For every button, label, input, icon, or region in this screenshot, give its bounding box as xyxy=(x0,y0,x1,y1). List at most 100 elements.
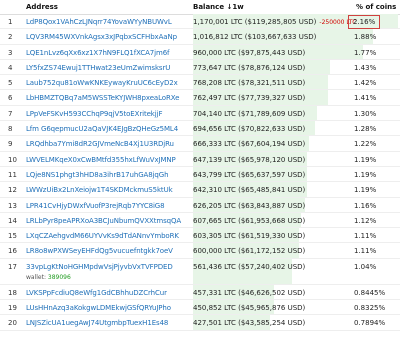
balance-value: 762,497 LTC ($77,739,327 USD) xyxy=(193,94,305,102)
percent-value: 1.16% xyxy=(354,201,377,210)
balance-value: 607,665 LTC ($61,953,668 USD) xyxy=(193,217,305,225)
address-link[interactable]: Laub752qu81oWwKNKEywayKruUC6cEyD2x xyxy=(26,79,178,87)
balance-value: 1,170,001 LTC ($119,285,805 USD) -250000 … xyxy=(193,18,356,26)
address-link[interactable]: LXqCZAehgvdM66UYVvKs9dTdANnvYmboRK xyxy=(26,232,179,240)
balance-text: 450,852 LTC ($45,965,876 USD) xyxy=(193,304,306,313)
table-row[interactable]: 19 LUsHHnAzq3aKokgwLDMEkwjGSfQRYuJPho 450,… xyxy=(0,300,400,316)
balance-text: 643,799 LTC ($65,637,597 USD) xyxy=(193,170,306,179)
balance-value: 666,333 LTC ($67,604,194 USD) xyxy=(193,140,305,148)
table-row[interactable]: 7 LPpVeFSKvH593CChqP9qjV5toEXritekjjF 704,… xyxy=(0,105,400,122)
column-header-balance[interactable]: Balance ↓1w xyxy=(193,3,244,11)
rank-number: 2 xyxy=(8,33,13,42)
address-link[interactable]: Lfm G6qepmucU2aQaVJK4EJgBzQHeGz5ML4 xyxy=(26,125,178,133)
address-link[interactable]: LdP8Qox1VAhCzLJNqrr74YovaWYyNBUWvL xyxy=(26,18,172,26)
rank-number: 19 xyxy=(8,304,17,313)
address-link[interactable]: LPpVeFSKvH593CChqP9qjV5toEXritekjjF xyxy=(26,110,162,118)
table-row[interactable]: 14 LRLbPyr8peAPRXoA3BCJuNbumQVXXtmsqQA 607… xyxy=(0,212,400,229)
percent-value: 1.41% xyxy=(354,94,377,103)
balance-text: 647,139 LTC ($65,978,120 USD) xyxy=(193,155,306,164)
balance-text: 561,436 LTC ($57,240,402 USD) xyxy=(193,262,306,271)
balance-value: 773,647 LTC ($78,876,124 USD) xyxy=(193,64,305,72)
balance-text: 427,501 LTC ($43,585,254 USD) xyxy=(193,319,306,328)
balance-text: 603,305 LTC ($61,519,330 USD) xyxy=(193,232,306,241)
rank-number: 20 xyxy=(8,319,17,328)
balance-value: 450,852 LTC ($45,965,876 USD) xyxy=(193,304,305,312)
address-link[interactable]: LVKSPpFcdiuQ8eWfg1GdCBhhuDZCrhCur xyxy=(26,289,167,297)
address-link[interactable]: LQje8NS1phgt3hHD8a3ihrB17uhGA8jqGh xyxy=(26,171,169,179)
rank-number: 3 xyxy=(8,48,13,57)
table-row[interactable]: 1 LdP8Qox1VAhCzLJNqrr74YovaWYyNBUWvL 1,170… xyxy=(0,14,400,30)
percent-value: 0.8325% xyxy=(354,304,386,313)
table-row[interactable]: 8 Lfm G6qepmucU2aQaVJK4EJgBzQHeGz5ML4 694,… xyxy=(0,121,400,137)
address-link[interactable]: LQE1nLvz6qXx6xz1X7hN9FLQ1fXCA7jm6f xyxy=(26,49,170,57)
address-link[interactable]: LUsHHnAzq3aKokgwLDMEkwjGSfQRYuJPho xyxy=(26,304,171,312)
address-link[interactable]: LQV3RM45WXVnkAgsx3xJPqbxSCFHbxAaNp xyxy=(26,33,177,41)
table-row[interactable]: 18 LVKSPpFcdiuQ8eWfg1GdCBhhuDZCrhCur 457,3… xyxy=(0,284,400,301)
balance-value: 694,656 LTC ($70,822,633 USD) xyxy=(193,125,305,133)
address-link[interactable]: LR8o8wPXWSeyEHFdQg5vucuefntgkk7oeV xyxy=(26,247,173,255)
balance-text: 960,000 LTC ($97,875,443 USD) xyxy=(193,48,306,57)
wallet-id-link[interactable]: 389096 xyxy=(48,274,71,281)
address-link[interactable]: LWWzUiBx2LnXeiojw1T4SKDMckmuS5ktUk xyxy=(26,186,173,194)
percent-value: 1.04% xyxy=(354,262,377,271)
balance-text: 642,310 LTC ($65,485,841 USD) xyxy=(193,186,306,195)
table-row[interactable]: 5 Laub752qu81oWwKNKEywayKruUC6cEyD2x 768,2… xyxy=(0,75,400,91)
table-row[interactable]: 6 LbHBMZTQBq7aM5WSSTeKYJWH8pxeaLoRXe 762,4… xyxy=(0,90,400,106)
rank-number: 18 xyxy=(8,288,17,297)
rank-number: 7 xyxy=(8,109,13,118)
percent-value: 1.43% xyxy=(354,63,377,72)
percent-value: 1.19% xyxy=(354,155,377,164)
percent-value: 1.42% xyxy=(354,79,377,88)
wallet-info: wallet: 389096 xyxy=(26,274,71,281)
rank-number: 14 xyxy=(8,216,17,225)
rich-list-table: Address Balance ↓1w % of coins 1 LdP8Qox1… xyxy=(0,0,400,339)
rank-number: 6 xyxy=(8,94,13,103)
balance-value: 457,331 LTC ($46,626,502 USD) xyxy=(193,289,305,297)
table-row[interactable]: 13 LPR41CvHjyDWxfVuofP3rejRqb7YYC8iG8 626,… xyxy=(0,197,400,213)
address-link[interactable]: LNJSZicUA1uegAwJ74UtgmbpTuexH1Es48 xyxy=(26,319,168,327)
rank-number: 12 xyxy=(8,186,17,195)
table-row[interactable]: 15 LXqCZAehgvdM66UYVvKs9dTdANnvYmboRK 603,… xyxy=(0,228,400,244)
rank-number: 17 xyxy=(8,262,17,271)
column-header-address[interactable]: Address xyxy=(26,3,58,11)
address-link[interactable]: LWVELMKqeX0xCwBMtfd355hxLfWuVxJMNP xyxy=(26,156,176,164)
percent-value: 0.7894% xyxy=(354,319,386,328)
table-header: Address Balance ↓1w % of coins xyxy=(0,0,400,15)
balance-value: 1,016,812 LTC ($103,667,633 USD) xyxy=(193,33,316,41)
table-row[interactable]: 2 LQV3RM45WXVnkAgsx3xJPqbxSCFHbxAaNp 1,016… xyxy=(0,29,400,45)
balance-value: 960,000 LTC ($97,875,443 USD) xyxy=(193,49,305,57)
table-row[interactable]: 3 LQE1nLvz6qXx6xz1X7hN9FLQ1fXCA7jm6f 960,0… xyxy=(0,44,400,60)
rank-number: 16 xyxy=(8,247,17,256)
address-link[interactable]: LRQdhba7Ymi8dR2GJVmeNcB4Xj1U3RDjRu xyxy=(26,140,174,148)
balance-value: 427,501 LTC ($43,585,254 USD) xyxy=(193,319,305,327)
table-row[interactable]: 17 33vpLgKtNoHGHMpdwVsjPjyvbVxTVFPDED wall… xyxy=(0,258,400,285)
balance-text: 762,497 LTC ($77,739,327 USD) xyxy=(193,94,306,103)
table-body: 1 LdP8Qox1VAhCzLJNqrr74YovaWYyNBUWvL 1,170… xyxy=(0,14,400,331)
address-link[interactable]: LY5fxZS74Ewuj1TTHwat23eUmZwimsksrU xyxy=(26,64,170,72)
balance-text: 1,170,001 LTC ($119,285,805 USD) xyxy=(193,18,317,26)
rank-number: 10 xyxy=(8,155,17,164)
table-row[interactable]: 9 LRQdhba7Ymi8dR2GJVmeNcB4Xj1U3RDjRu 666,3… xyxy=(0,136,400,152)
table-row[interactable]: 4 LY5fxZS74Ewuj1TTHwat23eUmZwimsksrU 773,6… xyxy=(0,59,400,76)
rank-number: 5 xyxy=(8,79,13,88)
balance-text: 773,647 LTC ($78,876,124 USD) xyxy=(193,63,306,72)
address-link[interactable]: 33vpLgKtNoHGHMpdwVsjPjyvbVxTVFPDED xyxy=(26,263,173,271)
address-link[interactable]: LbHBMZTQBq7aM5WSSTeKYJWH8pxeaLoRXe xyxy=(26,94,179,102)
percent-value: 1.11% xyxy=(354,232,377,241)
column-header-percent[interactable]: % of coins xyxy=(356,3,396,11)
table-row[interactable]: 12 LWWzUiBx2LnXeiojw1T4SKDMckmuS5ktUk 642,… xyxy=(0,182,400,198)
balance-text: 600,000 LTC ($61,172,152 USD) xyxy=(193,247,306,256)
balance-value: 603,305 LTC ($61,519,330 USD) xyxy=(193,232,305,240)
table-row[interactable]: 10 LWVELMKqeX0xCwBMtfd355hxLfWuVxJMNP 647,… xyxy=(0,151,400,167)
balance-value: 642,310 LTC ($65,485,841 USD) xyxy=(193,186,305,194)
address-link[interactable]: LRLbPyr8peAPRXoA3BCJuNbumQVXXtmsqQA xyxy=(26,217,181,225)
balance-text: 666,333 LTC ($67,604,194 USD) xyxy=(193,140,306,149)
rank-number: 8 xyxy=(8,125,13,134)
percent-value: 1.28% xyxy=(354,125,377,134)
table-row[interactable]: 20 LNJSZicUA1uegAwJ74UtgmbpTuexH1Es48 427,… xyxy=(0,315,400,331)
balance-value: 600,000 LTC ($61,172,152 USD) xyxy=(193,247,305,255)
percent-value: 0.8445% xyxy=(354,288,386,297)
table-row[interactable]: 11 LQje8NS1phgt3hHD8a3ihrB17uhGA8jqGh 643,… xyxy=(0,166,400,183)
table-row[interactable]: 16 LR8o8wPXWSeyEHFdQg5vucuefntgkk7oeV 600,… xyxy=(0,243,400,259)
address-link[interactable]: LPR41CvHjyDWxfVuofP3rejRqb7YYC8iG8 xyxy=(26,202,165,210)
